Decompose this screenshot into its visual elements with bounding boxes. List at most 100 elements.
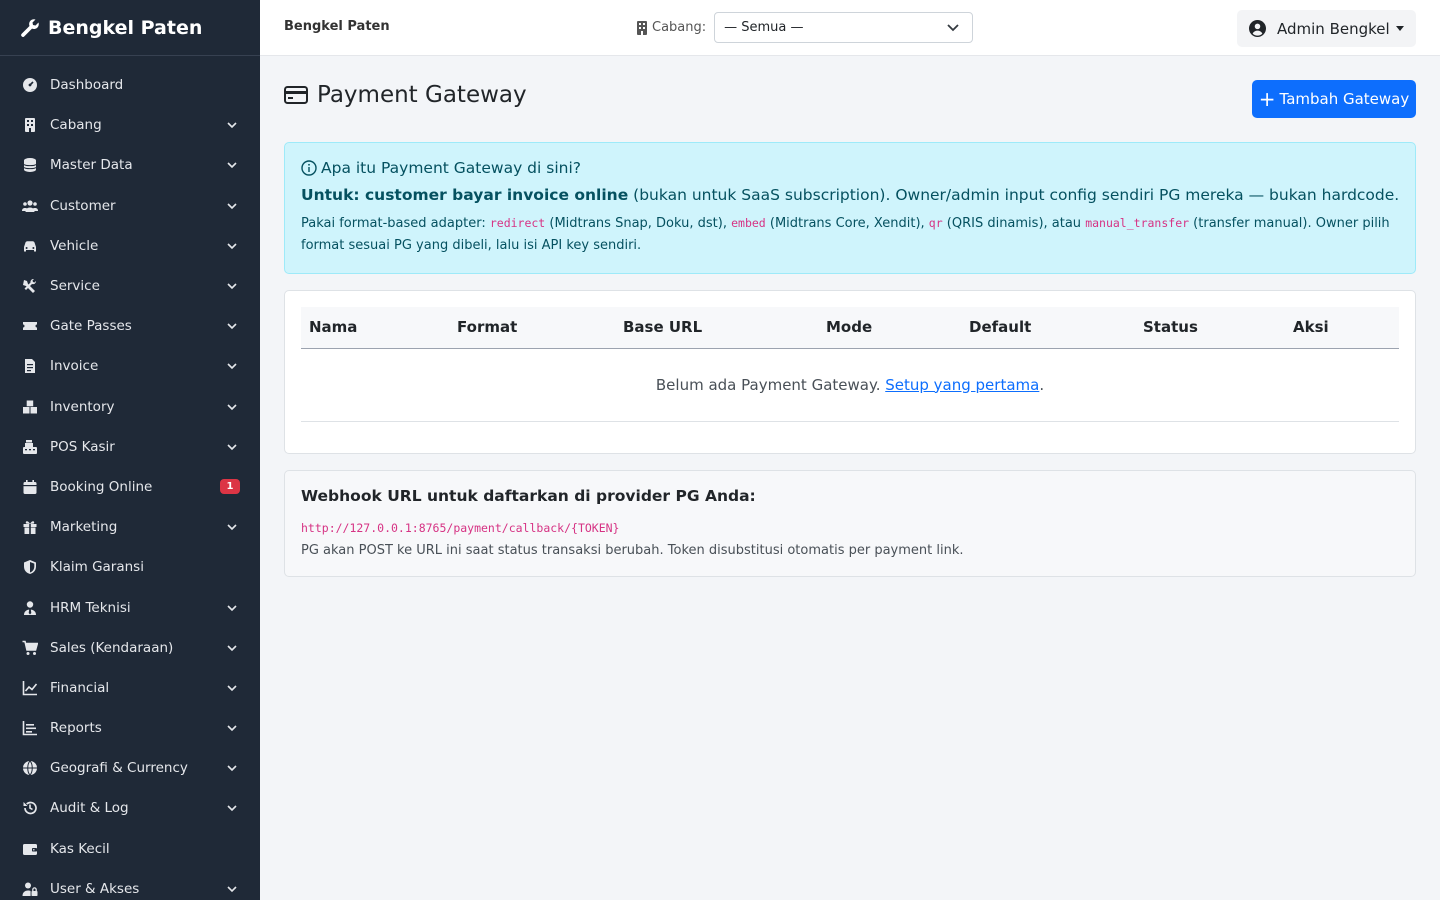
- code-embed: embed: [731, 216, 766, 230]
- branch-label: Cabang:: [652, 20, 707, 35]
- main-content: Payment Gateway + Tambah Gateway Apa itu…: [284, 56, 1416, 577]
- car-icon: [24, 241, 36, 252]
- topbar-title: Bengkel Paten: [284, 19, 390, 34]
- code-qr: qr: [928, 216, 943, 230]
- sidebar-item-label: Geografi & Currency: [50, 760, 188, 777]
- sidebar-item-sales-kendaraan[interactable]: Sales (Kendaraan): [0, 628, 260, 668]
- setup-first-link[interactable]: Setup yang pertama: [885, 376, 1039, 394]
- building-icon: [25, 118, 35, 133]
- database-icon: [23, 158, 37, 173]
- sidebar-item-label: Inventory: [50, 398, 115, 415]
- shield-icon: [24, 560, 36, 575]
- ticket-icon: [23, 322, 37, 331]
- user-menu-button[interactable]: Admin Bengkel: [1237, 10, 1416, 47]
- info-text: (Midtrans Snap, Doku, dst),: [545, 216, 732, 231]
- info-line-1: Untuk: customer bayar invoice online (bu…: [301, 186, 1399, 204]
- wallet-icon: [23, 843, 37, 855]
- chevron-down-icon: [227, 685, 237, 692]
- plus-icon: +: [1258, 87, 1276, 111]
- sidebar-item-klaim-garansi[interactable]: Klaim Garansi: [0, 547, 260, 587]
- sidebar-item-label: Kas Kecil: [50, 840, 110, 857]
- sidebar-item-marketing[interactable]: Marketing: [0, 507, 260, 547]
- sidebar-item-kas-kecil[interactable]: Kas Kecil: [0, 829, 260, 869]
- webhook-title: Webhook URL untuk daftarkan di provider …: [301, 487, 756, 505]
- brand[interactable]: Bengkel Paten: [0, 0, 260, 56]
- brand-name: Bengkel Paten: [48, 16, 203, 39]
- sidebar: Bengkel Paten Dashboard Cabang Master Data…: [0, 0, 260, 900]
- bar-list-icon: [22, 721, 37, 736]
- sidebar-item-label: POS Kasir: [50, 438, 115, 455]
- sidebar-item-invoice[interactable]: Invoice: [0, 346, 260, 386]
- empty-state: Belum ada Payment Gateway. Setup yang pe…: [301, 348, 1399, 422]
- cart-icon: [22, 640, 38, 655]
- chevron-down-icon: [227, 765, 237, 772]
- sidebar-item-label: Audit & Log: [50, 800, 129, 817]
- gauge-icon: [23, 78, 37, 93]
- webhook-card: Webhook URL untuk daftarkan di provider …: [284, 470, 1416, 577]
- col-nama: Nama: [301, 307, 449, 349]
- sidebar-item-label: Financial: [50, 679, 110, 696]
- sidebar-item-audit-and-log[interactable]: Audit & Log: [0, 788, 260, 828]
- sidebar-item-label: Reports: [50, 720, 102, 737]
- sidebar-item-label: Marketing: [50, 519, 118, 536]
- table-empty-row: Belum ada Payment Gateway. Setup yang pe…: [301, 348, 1399, 422]
- user-circle-icon: [1249, 20, 1266, 37]
- branch-select[interactable]: — Semua —: [714, 12, 974, 43]
- building-icon: [637, 20, 647, 35]
- sidebar-item-reports[interactable]: Reports: [0, 708, 260, 748]
- info-text: Pakai format-based adapter:: [301, 216, 490, 231]
- chevron-down-icon: [227, 363, 237, 370]
- sidebar-item-financial[interactable]: Financial: [0, 668, 260, 708]
- info-line-1-bold: Untuk: customer bayar invoice online: [301, 186, 629, 204]
- sidebar-item-label: Cabang: [50, 117, 102, 134]
- chevron-down-icon: [227, 122, 237, 129]
- col-format: Format: [449, 307, 615, 349]
- chevron-down-icon: [947, 24, 959, 32]
- info-line-2: Pakai format-based adapter: redirect (Mi…: [301, 212, 1399, 257]
- chevron-down-icon: [227, 604, 237, 611]
- gift-icon: [23, 521, 37, 535]
- globe-icon: [23, 760, 37, 776]
- chevron-down-icon: [227, 203, 237, 209]
- info-text: (QRIS dinamis), atau: [942, 216, 1086, 231]
- chevron-down-icon: [227, 243, 237, 249]
- col-default: Default: [961, 307, 1135, 349]
- sidebar-item-hrm-teknisi[interactable]: HRM Teknisi: [0, 587, 260, 627]
- sidebar-item-customer[interactable]: Customer: [0, 186, 260, 226]
- chevron-down-icon: [227, 444, 237, 450]
- col-status: Status: [1135, 307, 1285, 349]
- chevron-down-icon: [227, 404, 237, 410]
- sidebar-item-dashboard[interactable]: Dashboard: [0, 65, 260, 105]
- sidebar-item-master-data[interactable]: Master Data: [0, 145, 260, 185]
- info-circle-icon: [301, 160, 317, 176]
- sidebar-item-booking-online[interactable]: Booking Online 1: [0, 467, 260, 507]
- info-alert: Apa itu Payment Gateway di sini? Untuk: …: [284, 142, 1416, 274]
- sidebar-item-cabang[interactable]: Cabang: [0, 105, 260, 145]
- sidebar-item-user-and-akses[interactable]: User & Akses: [0, 869, 260, 900]
- col-base-url: Base URL: [615, 307, 818, 349]
- sidebar-item-label: User & Akses: [50, 880, 140, 897]
- sidebar-item-label: Customer: [50, 197, 116, 214]
- sidebar-item-inventory[interactable]: Inventory: [0, 387, 260, 427]
- sidebar-item-gate-passes[interactable]: Gate Passes: [0, 306, 260, 346]
- webhook-url[interactable]: http://127.0.0.1:8765/payment/callback/{…: [301, 521, 620, 535]
- sidebar-item-label: Sales (Kendaraan): [50, 639, 174, 656]
- sidebar-item-label: Service: [50, 278, 100, 295]
- sidebar-item-label: Gate Passes: [50, 318, 132, 335]
- info-heading: Apa itu Payment Gateway di sini?: [301, 159, 1399, 177]
- sidebar-item-label: Booking Online: [50, 478, 153, 495]
- add-gateway-button[interactable]: + Tambah Gateway: [1252, 80, 1416, 118]
- empty-suffix: .: [1039, 375, 1045, 394]
- sidebar-item-label: Klaim Garansi: [50, 559, 144, 576]
- chevron-down-icon: [227, 323, 237, 330]
- boxes-icon: [23, 400, 37, 414]
- info-line-1-rest: (bukan untuk SaaS subscription). Owner/a…: [628, 186, 1400, 204]
- sidebar-item-pos-kasir[interactable]: POS Kasir: [0, 427, 260, 467]
- cash-register-icon: [23, 439, 37, 454]
- user-lock-icon: [22, 882, 38, 896]
- sidebar-item-service[interactable]: Service: [0, 266, 260, 306]
- sidebar-item-vehicle[interactable]: Vehicle: [0, 226, 260, 266]
- branch-select-value: — Semua —: [724, 20, 804, 35]
- sidebar-item-label: Master Data: [50, 157, 133, 174]
- sidebar-item-geografi-and-currency[interactable]: Geografi & Currency: [0, 748, 260, 788]
